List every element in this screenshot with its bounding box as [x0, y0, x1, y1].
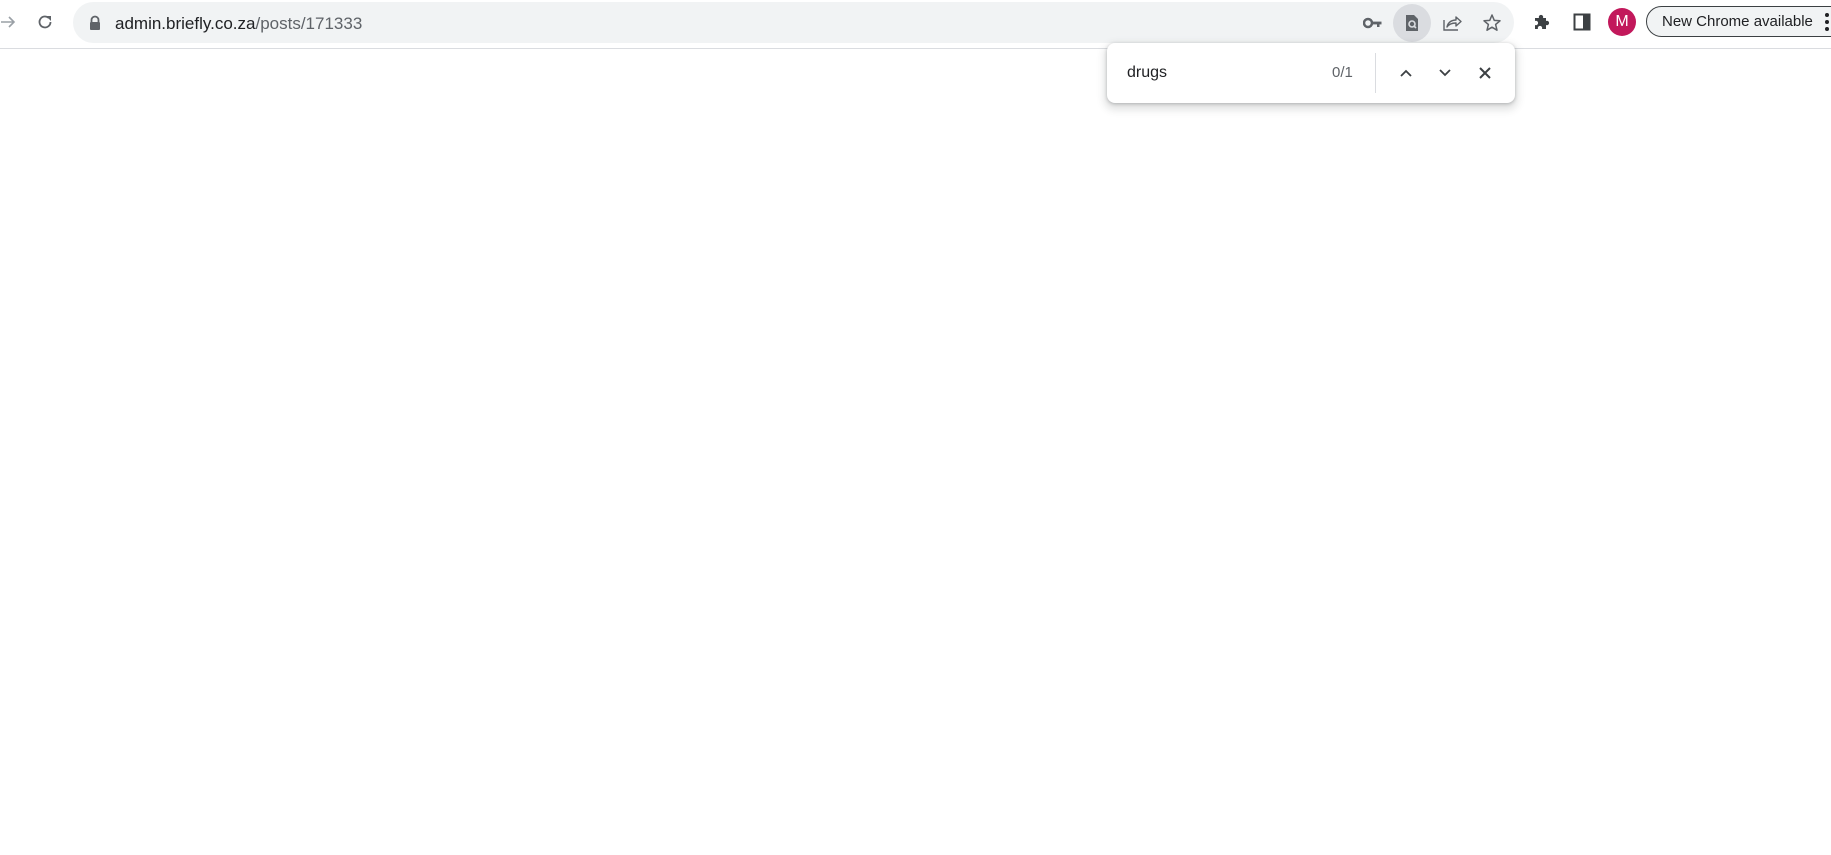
arrow-right-icon	[1, 16, 16, 28]
update-button-label: New Chrome available	[1662, 13, 1813, 30]
address-bar[interactable]: admin.briefly.co.za/posts/171333	[73, 2, 1514, 43]
star-icon	[1483, 14, 1501, 31]
close-icon	[1479, 67, 1491, 79]
chevron-up-icon	[1400, 69, 1412, 77]
share-icon	[1443, 16, 1462, 31]
find-match-count: 0/1	[1332, 64, 1353, 81]
password-button[interactable]	[1354, 4, 1392, 42]
reload-icon	[38, 15, 52, 29]
key-icon	[1363, 17, 1382, 29]
chevron-down-icon	[1439, 69, 1451, 77]
url-domain: admin.briefly.co.za	[115, 14, 256, 33]
bookmark-button[interactable]	[1473, 4, 1511, 42]
new-chrome-available-button[interactable]: New Chrome available	[1646, 6, 1831, 37]
side-panel-button[interactable]	[1564, 4, 1600, 40]
find-in-page-button[interactable]	[1393, 4, 1431, 42]
kebab-menu-icon[interactable]	[1824, 12, 1830, 32]
share-button[interactable]	[1433, 4, 1471, 42]
reload-button[interactable]	[27, 4, 63, 40]
profile-avatar[interactable]: M	[1608, 8, 1636, 36]
find-bar: 0/1	[1107, 43, 1515, 103]
find-close-button[interactable]	[1469, 57, 1501, 89]
lock-icon[interactable]	[88, 15, 102, 31]
find-previous-button[interactable]	[1390, 57, 1422, 89]
puzzle-icon	[1535, 14, 1550, 29]
find-divider	[1375, 53, 1376, 93]
url-text[interactable]: admin.briefly.co.za/posts/171333	[115, 2, 362, 43]
find-in-page-icon	[1406, 15, 1418, 31]
side-panel-icon	[1573, 13, 1591, 31]
url-path: /posts/171333	[255, 14, 363, 33]
find-input[interactable]	[1127, 43, 1317, 103]
page-content	[0, 49, 1831, 855]
browser-toolbar: admin.briefly.co.za/posts/171333 M New C…	[0, 0, 1831, 49]
extensions-button[interactable]	[1524, 4, 1560, 40]
forward-button[interactable]	[0, 4, 26, 40]
find-next-button[interactable]	[1429, 57, 1461, 89]
